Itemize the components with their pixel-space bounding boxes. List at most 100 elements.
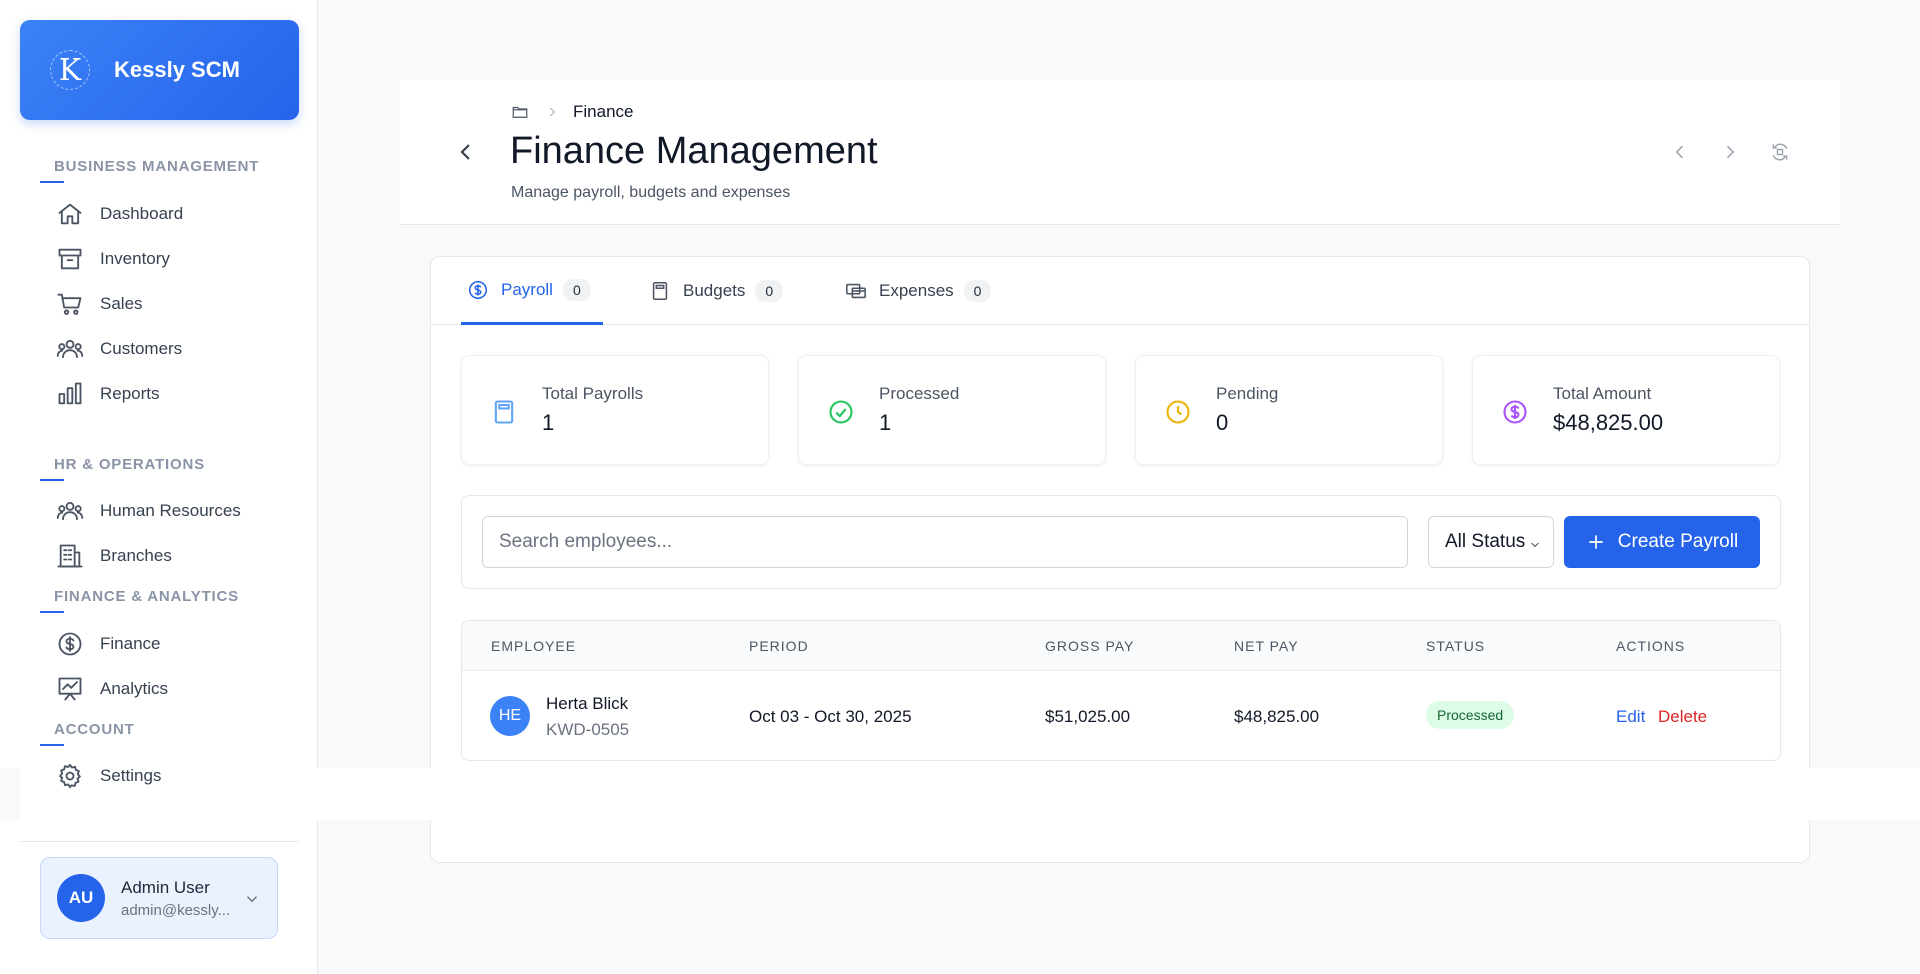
sidebar-item-analytics[interactable]: Analytics bbox=[56, 671, 168, 707]
create-payroll-label: Create Payroll bbox=[1617, 531, 1739, 552]
back-arrow-icon[interactable] bbox=[454, 140, 478, 164]
employee-name: Herta Blick bbox=[546, 694, 629, 713]
dollar-circle-icon bbox=[58, 632, 82, 656]
search-input[interactable] bbox=[482, 516, 1408, 568]
stat-card-processed: Processed 1 bbox=[798, 355, 1106, 465]
folder-icon[interactable] bbox=[511, 103, 529, 121]
chevron-down-icon bbox=[1531, 542, 1539, 548]
chevron-down-icon[interactable] bbox=[243, 890, 261, 908]
overlay-band bbox=[0, 768, 20, 820]
presentation-chart-icon bbox=[58, 677, 82, 701]
chevron-right-icon bbox=[549, 107, 555, 117]
gross-pay-cell: $51,025.00 bbox=[1045, 707, 1131, 726]
column-header-period: Period bbox=[749, 638, 809, 654]
overlay-band bbox=[299, 768, 1920, 820]
sidebar-item-inventory[interactable]: Inventory bbox=[56, 241, 170, 277]
stat-label: Total Amount bbox=[1553, 384, 1652, 403]
sidebar-item-label: Sales bbox=[100, 294, 143, 313]
brand-name: Kessly SCM bbox=[114, 57, 240, 82]
section-label-hr: HR & Operations bbox=[54, 456, 205, 473]
calculator-icon bbox=[494, 400, 514, 424]
section-marker bbox=[40, 744, 64, 746]
tab-expenses[interactable]: Expenses 0 bbox=[845, 257, 992, 325]
filter-bar: All Status Create Payroll bbox=[461, 495, 1781, 589]
bar-chart-icon bbox=[58, 382, 82, 405]
sidebar-item-label: Customers bbox=[100, 339, 183, 358]
period-cell: Oct 03 - Oct 30, 2025 bbox=[749, 707, 912, 726]
stat-value: 1 bbox=[879, 410, 892, 435]
page-title: Finance Management bbox=[510, 130, 878, 172]
stat-value: $48,825.00 bbox=[1553, 410, 1664, 435]
sidebar: K Kessly SCM Business Management Dashboa… bbox=[0, 0, 318, 974]
table-row[interactable]: HE Herta Blick KWD-0505 Oct 03 - Oct 30,… bbox=[462, 671, 1780, 760]
stat-card-total-amount: Total Amount $48,825.00 bbox=[1472, 355, 1780, 465]
sidebar-item-label: Finance bbox=[100, 634, 161, 653]
clock-icon bbox=[1166, 400, 1190, 424]
plus-icon bbox=[1589, 535, 1603, 549]
stat-card-pending: Pending 0 bbox=[1135, 355, 1443, 465]
sidebar-item-label: Branches bbox=[100, 546, 172, 565]
tab-bar: Payroll 0 Budgets 0 Expenses 0 bbox=[431, 257, 1809, 325]
sidebar-item-reports[interactable]: Reports bbox=[56, 376, 160, 412]
sidebar-item-label: Analytics bbox=[100, 679, 169, 698]
stat-value: 0 bbox=[1216, 410, 1229, 435]
status-filter-value: All Status bbox=[1445, 531, 1526, 552]
brand-header[interactable]: K Kessly SCM bbox=[20, 20, 299, 120]
sidebar-item-branches[interactable]: Branches bbox=[56, 538, 172, 574]
avatar: HE bbox=[490, 696, 530, 736]
employee-id: KWD-0505 bbox=[546, 720, 630, 739]
section-label-finance: Finance & Analytics bbox=[54, 588, 239, 605]
gear-icon bbox=[59, 763, 81, 789]
tab-payroll[interactable]: Payroll 0 bbox=[461, 257, 603, 325]
page-subtitle: Manage payroll, budgets and expenses bbox=[511, 184, 791, 201]
stat-label: Total Payrolls bbox=[542, 384, 644, 403]
section-marker bbox=[40, 479, 64, 481]
section-label-account: Account bbox=[54, 721, 135, 738]
user-name: Admin User bbox=[121, 877, 210, 897]
column-header-status: Status bbox=[1426, 638, 1486, 654]
sidebar-item-dashboard[interactable]: Dashboard bbox=[56, 196, 183, 232]
refresh-icon[interactable] bbox=[1770, 142, 1790, 162]
net-pay-cell: $48,825.00 bbox=[1234, 707, 1320, 726]
tab-count-badge: 0 bbox=[963, 280, 992, 302]
sidebar-item-label: Reports bbox=[100, 384, 160, 403]
tab-label: Expenses bbox=[879, 281, 954, 300]
stat-card-total-payrolls: Total Payrolls 1 bbox=[461, 355, 769, 465]
tab-count-badge: 0 bbox=[562, 278, 591, 301]
user-menu[interactable]: AU Admin User admin@kessly... bbox=[40, 857, 278, 939]
breadcrumb: Finance bbox=[511, 102, 633, 122]
sidebar-item-label: Human Resources bbox=[100, 501, 241, 520]
sidebar-item-label: Dashboard bbox=[100, 204, 184, 223]
column-header-gross-pay: Gross Pay bbox=[1045, 638, 1135, 654]
breadcrumb-current: Finance bbox=[573, 102, 634, 121]
sidebar-item-settings[interactable]: Settings bbox=[56, 758, 161, 794]
avatar: AU bbox=[57, 874, 105, 922]
user-info: Admin User admin@kessly... bbox=[121, 878, 230, 919]
sidebar-item-customers[interactable]: Customers bbox=[56, 331, 182, 367]
payroll-table: Employee Period Gross Pay Net Pay Status… bbox=[461, 620, 1781, 761]
chevron-left-icon[interactable] bbox=[1670, 142, 1690, 162]
users-icon bbox=[56, 501, 84, 521]
create-payroll-button[interactable]: Create Payroll bbox=[1564, 516, 1760, 568]
stat-value: 1 bbox=[542, 410, 555, 435]
tab-budgets[interactable]: Budgets 0 bbox=[649, 257, 784, 325]
user-email: admin@kessly... bbox=[121, 901, 231, 919]
brand-logo: K bbox=[48, 48, 92, 92]
delete-button[interactable]: Delete bbox=[1658, 707, 1707, 727]
sidebar-item-sales[interactable]: Sales bbox=[56, 286, 143, 322]
section-marker bbox=[40, 611, 64, 613]
table-header: Employee Period Gross Pay Net Pay Status… bbox=[462, 621, 1780, 671]
edit-button[interactable]: Edit bbox=[1616, 707, 1645, 727]
stat-label: Processed bbox=[879, 384, 960, 403]
status-filter-select[interactable]: All Status bbox=[1428, 516, 1554, 568]
column-header-net-pay: Net Pay bbox=[1234, 638, 1299, 654]
sidebar-item-label: Inventory bbox=[100, 249, 170, 268]
column-header-actions: Actions bbox=[1616, 638, 1686, 654]
dollar-circle-icon bbox=[1503, 400, 1527, 424]
page-header: Finance Finance Management Manage payrol… bbox=[400, 80, 1840, 225]
chevron-right-icon[interactable] bbox=[1720, 142, 1740, 162]
home-icon bbox=[58, 203, 82, 225]
sidebar-item-human-resources[interactable]: Human Resources bbox=[56, 493, 241, 529]
sidebar-item-finance[interactable]: Finance bbox=[56, 626, 160, 662]
cart-icon bbox=[57, 293, 82, 315]
